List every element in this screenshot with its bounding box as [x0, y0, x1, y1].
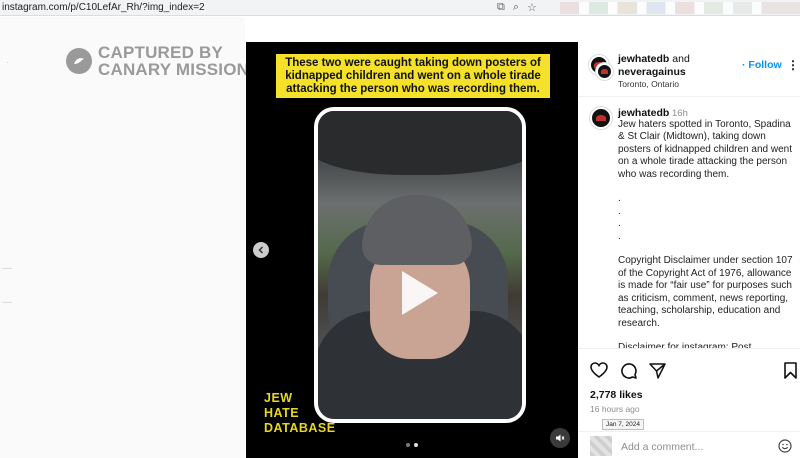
video-caption-banner: These two were caught taking down poster… — [276, 54, 550, 98]
knit-hat — [362, 195, 472, 265]
ghost-mark: — — [2, 297, 12, 308]
ghost-mark: — — [2, 263, 12, 274]
video-caption-text: These two were caught taking down poster… — [285, 56, 541, 95]
zoom-icon[interactable]: ⌕ — [513, 1, 519, 14]
browser-address-bar[interactable]: instagram.com/p/C10LefAr_Rh/?img_index=2… — [0, 0, 800, 16]
comment-input[interactable]: Add a comment... — [621, 441, 703, 453]
post-media[interactable]: These two were caught taking down poster… — [246, 42, 578, 458]
brand-line2: HATE — [264, 406, 300, 420]
url-text[interactable]: instagram.com/p/C10LefAr_Rh/?img_index=2 — [2, 2, 205, 13]
like-count[interactable]: 2,778 likes — [590, 389, 643, 401]
watermark-line1: CAPTURED BY — [98, 43, 223, 62]
share-icon[interactable] — [649, 362, 666, 384]
watermark-line2: CANARY MISSION — [98, 60, 250, 79]
car-interior — [318, 111, 522, 175]
emoji-icon[interactable] — [778, 439, 792, 458]
ghost-mark: · — [6, 57, 10, 68]
current-user-avatar-blurred — [590, 436, 612, 456]
brand-line1: JEW — [264, 391, 293, 405]
brand-line3: DATABASE — [264, 421, 336, 435]
post-actions: 2,778 likes 16 hours ago Jan 7, 2024 Add… — [578, 348, 800, 458]
carousel-dots — [406, 443, 418, 447]
caption-username[interactable]: jewhatedb — [618, 107, 669, 119]
caption-text: Jew haters spotted in Toronto, Spadina &… — [618, 119, 793, 348]
canary-logo-icon — [66, 48, 92, 74]
address-bar-icons: ⧉ ⌕ ☆ — [497, 1, 537, 14]
post-age[interactable]: 16 hours ago — [590, 404, 640, 414]
caption-scroll[interactable]: jewhatedb 16h Jew haters spotted in Toro… — [578, 42, 800, 348]
mute-icon[interactable] — [550, 428, 570, 448]
video-frame[interactable] — [314, 107, 526, 423]
caption-time: 16h — [672, 108, 688, 119]
play-icon[interactable] — [402, 271, 438, 315]
screen: instagram.com/p/C10LefAr_Rh/?img_index=2… — [0, 0, 800, 458]
bookmark-star-icon[interactable]: ☆ — [527, 1, 537, 14]
date-tooltip: Jan 7, 2024 — [602, 419, 644, 430]
comment-icon[interactable] — [620, 362, 637, 384]
page-background: · — — — [0, 17, 245, 458]
caption-avatar[interactable] — [590, 107, 612, 129]
save-bookmark-icon[interactable] — [784, 362, 797, 384]
like-heart-icon[interactable] — [590, 362, 608, 384]
post-sidebar: jewhatedb and neveragainus Toronto, Onta… — [578, 42, 800, 458]
carousel-dot-active[interactable] — [414, 443, 418, 447]
watermark: CAPTURED BY CANARY MISSION — [66, 44, 249, 78]
blurred-extensions — [560, 2, 800, 14]
previous-arrow-icon[interactable] — [253, 242, 269, 258]
action-icons — [590, 362, 666, 384]
comment-composer: Add a comment... — [578, 431, 800, 458]
install-icon[interactable]: ⧉ — [497, 1, 505, 14]
carousel-dot[interactable] — [406, 443, 410, 447]
brand-logo: JEW HATE DATABASE — [264, 391, 336, 436]
